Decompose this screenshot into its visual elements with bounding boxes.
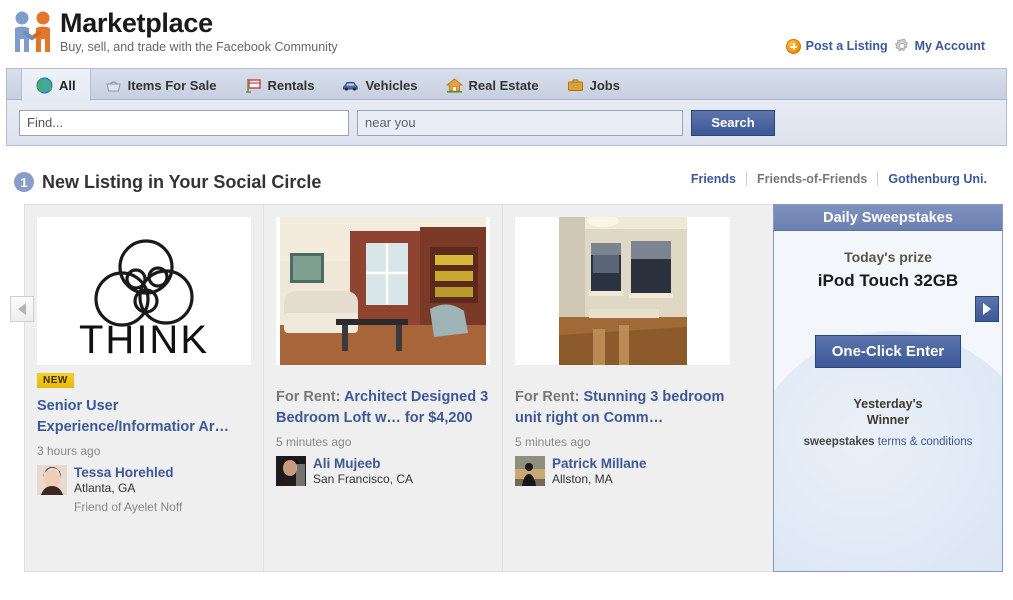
yesterday-winner-line2: Winner (866, 413, 910, 427)
main-nav: All Items For Sale Rentals Vehicles Real… (6, 68, 1007, 101)
seller-name[interactable]: Patrick Millane (552, 456, 647, 472)
post-a-listing-label[interactable]: Post a Listing (806, 39, 888, 53)
tab-items-for-sale-label: Items For Sale (127, 77, 217, 93)
tab-all[interactable]: All (21, 69, 91, 101)
search-input[interactable]: Find... (19, 109, 349, 136)
my-account-label[interactable]: My Account (915, 39, 985, 53)
listing-card[interactable]: For Rent: Architect Designed 3 Bedroom L… (264, 205, 503, 571)
seller-relation: Friend of Ayelet Noff (74, 500, 183, 514)
location-input[interactable]: near you (357, 109, 683, 136)
car-icon (342, 77, 359, 94)
seller-info[interactable]: Ali Mujeeb San Francisco, CA (276, 456, 490, 487)
tab-items-for-sale[interactable]: Items For Sale (91, 69, 231, 101)
search-button-label: Search (711, 115, 755, 130)
terms-prefix: sweepstakes (803, 436, 875, 448)
seller-info[interactable]: Tessa Horehled Atlanta, GA (37, 465, 251, 496)
listing-card[interactable]: For Rent: Stunning 3 bedroom unit right … (503, 205, 742, 571)
post-a-listing-link[interactable]: Post a Listing (785, 38, 888, 54)
sweepstakes-terms: sweepstakes terms & conditions (774, 436, 1002, 448)
listing-time: 3 hours ago (37, 444, 101, 458)
house-icon (445, 77, 463, 94)
marketplace-people-icon (10, 8, 54, 56)
one-click-enter-button[interactable]: One-Click Enter (814, 335, 962, 368)
gear-icon (894, 38, 910, 54)
listing-time: 5 minutes ago (515, 435, 591, 449)
search-bar: Find... near you Search (6, 100, 1007, 146)
for-rent-sign-icon (245, 77, 262, 94)
page-subtitle: Buy, sell, and trade with the Facebook C… (60, 40, 338, 54)
tab-real-estate-label: Real Estate (468, 77, 539, 93)
search-button[interactable]: Search (691, 109, 775, 136)
listing-title[interactable]: For Rent: Stunning 3 bedroom unit right … (515, 387, 730, 429)
basket-icon (105, 77, 122, 94)
carousel-prev-button[interactable] (10, 296, 34, 322)
listing-title-prefix: For Rent: (515, 389, 584, 405)
filter-gothenburg-uni[interactable]: Gothenburg Uni. (878, 172, 997, 186)
tab-vehicles[interactable]: Vehicles (328, 69, 431, 101)
plus-circle-icon (785, 38, 801, 54)
think-logo-graphic: THINK (37, 217, 251, 365)
section-title: New Listing in Your Social Circle (42, 171, 322, 192)
tab-rentals-label: Rentals (267, 77, 315, 93)
svg-text:THINK: THINK (79, 318, 209, 361)
tab-jobs[interactable]: Jobs (553, 69, 634, 101)
yesterday-winner-line1: Yesterday's (853, 397, 923, 411)
tab-all-label: All (59, 77, 76, 93)
prize-label: Today's prize (844, 249, 932, 265)
listing-title-text: Senior User Experience/Informatior Ar… (37, 398, 230, 435)
tab-rentals[interactable]: Rentals (231, 69, 329, 101)
marketplace-page: Marketplace Buy, sell, and trade with th… (0, 0, 1013, 600)
arrow-right-icon (983, 303, 991, 315)
prize-name: iPod Touch 32GB (817, 271, 959, 290)
arrow-left-icon (18, 303, 26, 315)
carousel-next-button[interactable] (975, 296, 999, 322)
sweepstakes-body: Today's prize iPod Touch 32GB One-Click … (774, 231, 1002, 448)
seller-location: San Francisco, CA (313, 472, 414, 486)
man-silhouette-avatar (515, 456, 545, 486)
listing-time: 5 minutes ago (276, 435, 352, 449)
search-input-placeholder: Find... (27, 115, 64, 130)
section-header: 1 New Listing in Your Social Circle Frie… (14, 168, 999, 196)
location-input-value: near you (365, 115, 416, 130)
globe-icon (36, 77, 53, 94)
dark-haired-person-avatar (276, 456, 306, 486)
woman-portrait-avatar (37, 465, 67, 495)
listing-title[interactable]: For Rent: Architect Designed 3 Bedroom L… (276, 387, 490, 429)
listing-title-prefix: For Rent: (276, 389, 344, 405)
brand: Marketplace Buy, sell, and trade with th… (10, 8, 338, 56)
tab-real-estate[interactable]: Real Estate (432, 69, 553, 101)
seller-name[interactable]: Tessa Horehled (74, 465, 174, 481)
listing-card[interactable]: THINK NEW Senior User Experience/Informa… (25, 205, 264, 571)
my-account-link[interactable]: My Account (894, 38, 985, 54)
filter-friends-of-friends[interactable]: Friends-of-Friends (747, 172, 877, 186)
yesterday-winner-label: Yesterday's Winner (774, 396, 1002, 428)
filter-friends[interactable]: Friends (681, 172, 746, 186)
new-badge: NEW (37, 373, 74, 388)
seller-name[interactable]: Ali Mujeeb (313, 456, 413, 472)
tab-vehicles-label: Vehicles (365, 77, 418, 93)
living-room-photo (276, 217, 490, 365)
briefcase-icon (567, 77, 584, 94)
seller-location: Allston, MA (552, 472, 613, 486)
listing-count-badge: 1 (14, 172, 34, 192)
listing-title[interactable]: Senior User Experience/Informatior Ar… (37, 396, 251, 438)
social-circle-filters: Friends Friends-of-Friends Gothenburg Un… (681, 172, 997, 186)
daily-sweepstakes-panel: Daily Sweepstakes Today's prize iPod Tou… (773, 204, 1003, 572)
header-links: Post a Listing My Account (785, 38, 985, 54)
seller-location: Atlanta, GA (74, 481, 136, 495)
empty-room-photo (515, 217, 730, 365)
sweepstakes-heading: Daily Sweepstakes (774, 205, 1002, 231)
page-title: Marketplace (60, 8, 213, 38)
listings-carousel: THINK NEW Senior User Experience/Informa… (10, 204, 1003, 572)
terms-and-conditions-link[interactable]: terms & conditions (878, 436, 973, 448)
page-header: Marketplace Buy, sell, and trade with th… (0, 0, 1013, 68)
tab-jobs-label: Jobs (589, 77, 620, 93)
seller-info[interactable]: Patrick Millane Allston, MA (515, 456, 730, 487)
